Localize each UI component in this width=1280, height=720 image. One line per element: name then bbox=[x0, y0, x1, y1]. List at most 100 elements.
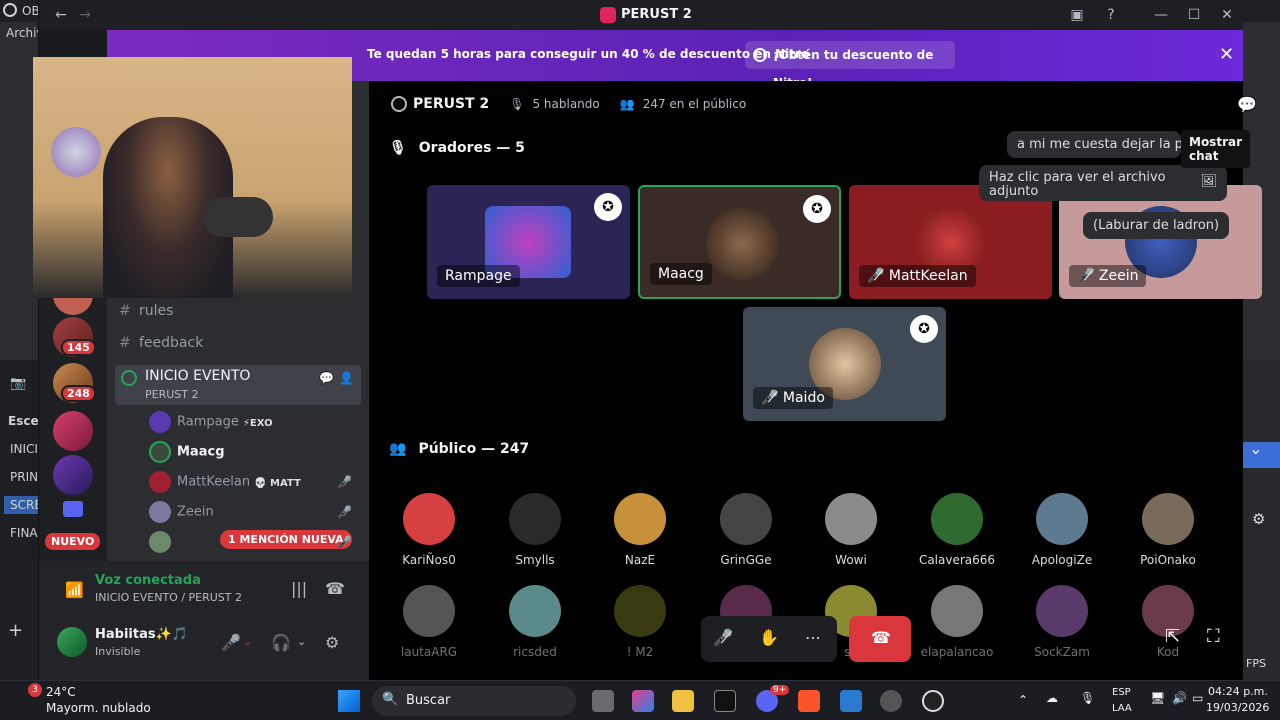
audience-member[interactable]: ricsded bbox=[490, 585, 580, 659]
audience-member[interactable]: GrinGGe bbox=[701, 493, 791, 567]
language-bottom[interactable]: LAA bbox=[1112, 703, 1132, 714]
audience-member[interactable]: KariÑos0 bbox=[384, 493, 474, 567]
m365-icon[interactable] bbox=[632, 690, 654, 712]
obs-settings-icon[interactable]: ⚙ bbox=[1252, 510, 1265, 528]
clock-time[interactable]: 04:24 p.m. bbox=[1208, 685, 1268, 698]
weather-temp[interactable]: 24°C bbox=[46, 685, 76, 699]
forward-arrow-icon[interactable]: → bbox=[75, 5, 95, 25]
server-icon[interactable] bbox=[53, 455, 93, 495]
back-arrow-icon[interactable]: ← bbox=[51, 5, 71, 25]
muted-icon: 🎤̸ bbox=[867, 268, 889, 284]
voice-user[interactable]: Rampage ⚡EXO bbox=[149, 411, 273, 433]
language-top[interactable]: ESP bbox=[1112, 687, 1131, 698]
avatar[interactable] bbox=[57, 627, 87, 657]
audience-member[interactable]: NazE bbox=[595, 493, 685, 567]
audience-icon: 👥 bbox=[619, 97, 635, 111]
minimize-icon[interactable]: — bbox=[1151, 5, 1171, 25]
obs-taskbar-icon[interactable] bbox=[922, 690, 944, 712]
chat-preview-message[interactable]: a mi me cuesta dejar la pa bbox=[1007, 131, 1181, 158]
audience-member[interactable]: Kod bbox=[1123, 585, 1213, 659]
voice-user[interactable]: Maacg bbox=[149, 441, 225, 463]
mic-muted-icon[interactable]: 🎤 bbox=[221, 633, 241, 652]
server-icon[interactable] bbox=[53, 411, 93, 451]
new-mention-badge[interactable]: 1 MENCIÓN NUEVA bbox=[220, 530, 352, 549]
speaker-tile[interactable]: 🎤̸ MattKeelan bbox=[849, 185, 1052, 299]
disconnect-icon[interactable]: ☎ bbox=[325, 579, 345, 598]
voice-user[interactable]: Zeein bbox=[149, 501, 214, 523]
weather-desc[interactable]: Mayorm. nublado bbox=[46, 701, 151, 715]
task-view-icon[interactable] bbox=[592, 690, 614, 712]
brave-icon[interactable] bbox=[798, 690, 820, 712]
audience-member[interactable]: Smylls bbox=[490, 493, 580, 567]
add-user-icon[interactable]: 👤 bbox=[339, 371, 354, 385]
chat-preview-attachment[interactable]: Haz clic para ver el archivo adjunto 🖼 bbox=[979, 165, 1227, 201]
channel-feedback[interactable]: # feedback bbox=[119, 335, 203, 351]
channel-label: rules bbox=[139, 303, 174, 319]
audience-header[interactable]: 👥 Público — 247 bbox=[389, 441, 529, 457]
inbox-icon[interactable]: ▣ bbox=[1067, 5, 1087, 25]
chevron-up-icon[interactable]: ⌃ bbox=[1018, 693, 1028, 707]
volume-icon[interactable]: 🔊 bbox=[1172, 691, 1187, 705]
chat-bubble-icon[interactable]: 💬 bbox=[319, 371, 334, 385]
taskbar-search[interactable]: 🔍 Buscar bbox=[372, 686, 576, 716]
audience-member[interactable]: lautaARG bbox=[384, 585, 474, 659]
speaker-tile[interactable]: ✪ Maacg bbox=[638, 185, 841, 299]
maximize-icon[interactable]: ☐ bbox=[1184, 5, 1204, 25]
chevron-down-icon[interactable]: ⌄ bbox=[1249, 439, 1262, 458]
audience-member[interactable]: ApologiZe bbox=[1017, 493, 1107, 567]
close-window-icon[interactable]: ✕ bbox=[1217, 5, 1237, 25]
voice-connected-title[interactable]: Voz conectada bbox=[95, 573, 201, 588]
speaker-tile[interactable]: 🎤̸ Zeein bbox=[1059, 185, 1262, 299]
file-explorer-icon[interactable] bbox=[672, 690, 694, 712]
channel-rules[interactable]: # rules bbox=[119, 303, 173, 319]
chevron-down-icon[interactable]: ⌄ bbox=[243, 635, 252, 648]
clock-date[interactable]: 19/03/2026 bbox=[1206, 701, 1269, 714]
audience-member[interactable]: PoiOnako bbox=[1123, 493, 1213, 567]
audience-icon: 👥 bbox=[389, 441, 407, 457]
settings-gear-icon[interactable]: ⚙ bbox=[325, 633, 339, 652]
chat-toggle-icon[interactable]: 💬 bbox=[1237, 95, 1257, 114]
obs-scene-item[interactable]: SCRE bbox=[4, 496, 42, 514]
obs-scene-item[interactable]: FINA bbox=[10, 526, 38, 540]
capcut-icon[interactable] bbox=[714, 690, 736, 712]
windows-start-icon[interactable] bbox=[338, 690, 360, 712]
stage-channel-active[interactable]: INICIO EVENTO PERUST 2 💬 👤 bbox=[115, 365, 361, 405]
network-icon[interactable]: 🖥 bbox=[1150, 691, 1165, 705]
voice-user[interactable] bbox=[149, 531, 177, 553]
voice-user[interactable]: MattKeelan 💀 MATT bbox=[149, 471, 301, 493]
audience-member-name: Kod bbox=[1156, 645, 1180, 659]
image-icon: 🖼 bbox=[1200, 174, 1217, 189]
battery-icon[interactable]: ▭ bbox=[1192, 691, 1203, 705]
audience-member[interactable]: SockZam bbox=[1017, 585, 1107, 659]
audience-member[interactable]: Calavera666 bbox=[912, 493, 1002, 567]
nitro-discount-button[interactable]: ¡Obtén tu descuento de Nitro! bbox=[745, 41, 955, 90]
leave-stage-button[interactable]: ☎ bbox=[849, 616, 911, 662]
chrome-icon[interactable] bbox=[880, 690, 902, 712]
speaker-tile[interactable]: ✪ 🎤̸ Maido bbox=[743, 307, 946, 421]
photos-icon[interactable] bbox=[840, 690, 862, 712]
search-icon: 🔍 bbox=[382, 692, 399, 707]
popout-icon[interactable]: ⇱ bbox=[1165, 626, 1180, 647]
chat-preview-message[interactable]: (Laburar de ladron) bbox=[1083, 212, 1230, 239]
obs-add-icon[interactable]: + bbox=[8, 620, 23, 641]
hash-icon: # bbox=[119, 335, 131, 351]
server-folder-icon[interactable] bbox=[63, 501, 83, 517]
raise-hand-icon[interactable]: ✋ bbox=[759, 628, 779, 647]
obs-scene-item[interactable]: PRIN bbox=[10, 470, 38, 484]
audience-member[interactable]: Wowi bbox=[806, 493, 896, 567]
chevron-down-icon[interactable]: ⌄ bbox=[297, 635, 306, 648]
mic-off-icon[interactable]: 🎤̸ bbox=[713, 628, 733, 647]
mic-icon[interactable]: 🎙 bbox=[1080, 691, 1095, 705]
speaker-tile[interactable]: ✪ Rampage bbox=[427, 185, 630, 299]
cloud-icon[interactable]: ☁ bbox=[1046, 691, 1058, 705]
audience-member[interactable]: elapalancao bbox=[912, 585, 1002, 659]
fullscreen-icon[interactable]: ⛶ bbox=[1207, 626, 1220, 647]
obs-scene-item[interactable]: INICI bbox=[10, 442, 38, 456]
close-banner-icon[interactable]: ✕ bbox=[1219, 44, 1234, 65]
voice-connected-subtitle[interactable]: INICIO EVENTO / PERUST 2 bbox=[95, 591, 242, 604]
help-icon[interactable]: ? bbox=[1101, 5, 1121, 25]
more-options-icon[interactable]: ⋯ bbox=[805, 628, 821, 647]
noise-suppression-icon[interactable]: ||| bbox=[291, 579, 307, 598]
audience-member[interactable]: ! M2 bbox=[595, 585, 685, 659]
headphones-icon[interactable]: 🎧 bbox=[271, 633, 291, 652]
